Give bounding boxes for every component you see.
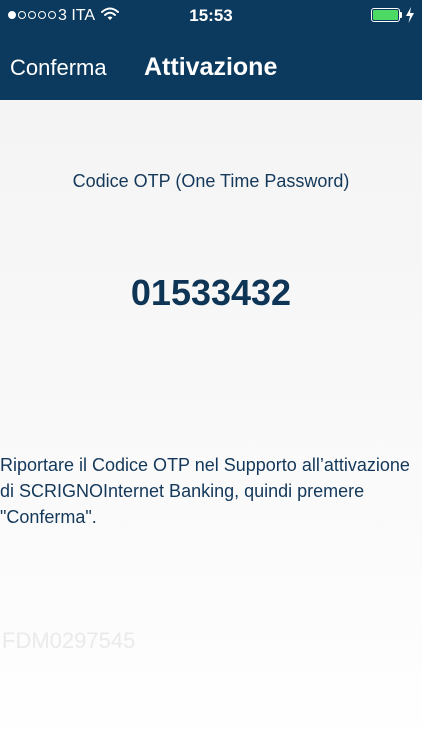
page-title: Attivazione: [144, 53, 278, 81]
navigation-bar: Conferma Attivazione: [0, 32, 422, 100]
charging-icon: [406, 7, 414, 23]
otp-code: 01533432: [130, 272, 292, 313]
battery-tip: [400, 12, 402, 18]
confirm-button[interactable]: Conferma: [10, 54, 107, 82]
status-time: 15:53: [189, 6, 233, 25]
instructions-text: Riportare il Codice OTP nel Supporto all…: [0, 455, 410, 527]
status-bar: 3 ITA 15:53: [0, 0, 422, 32]
battery-level: [373, 10, 398, 20]
device-id-watermark: FDM0297545: [2, 628, 136, 653]
main-content: Codice OTP (One Time Password) 01533432 …: [0, 100, 422, 750]
otp-caption: Codice OTP (One Time Password): [72, 171, 350, 191]
top-bar: 3 ITA 15:53 Conferma Attivazione: [0, 0, 422, 100]
battery-icon: [371, 8, 400, 22]
